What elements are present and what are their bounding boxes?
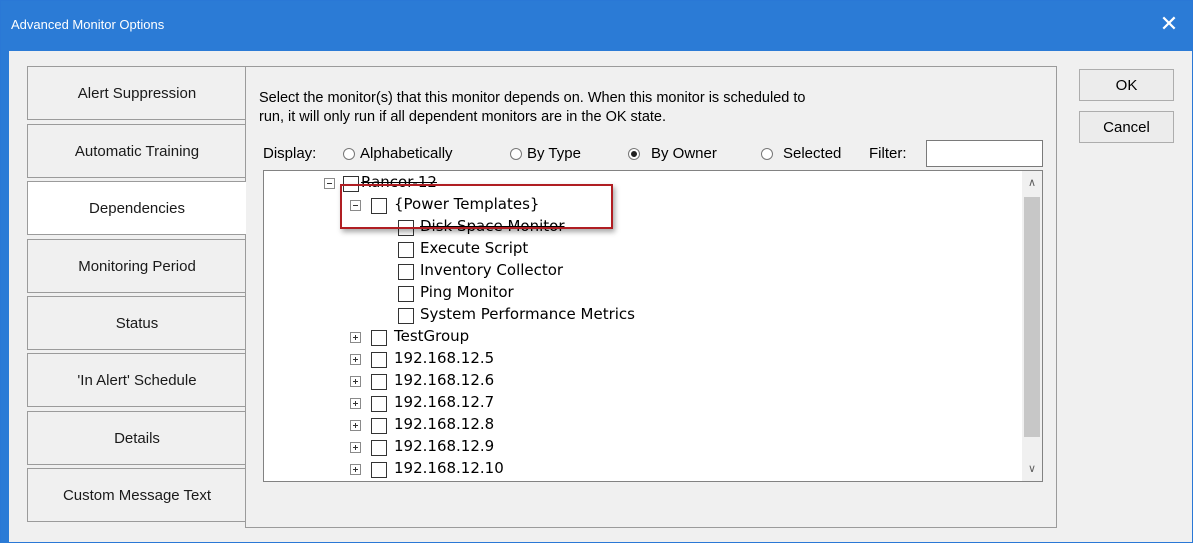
tree-node-label[interactable]: 192.168.12.5 xyxy=(394,349,494,367)
radio-by-owner-label[interactable]: By Owner xyxy=(651,145,717,162)
scroll-thumb[interactable] xyxy=(1024,197,1040,437)
radio-selected-label[interactable]: Selected xyxy=(783,145,841,162)
advanced-monitor-options-dialog: Advanced Monitor Options ✕ Alert Suppres… xyxy=(0,0,1193,543)
radio-by-type-label[interactable]: By Type xyxy=(527,145,581,162)
radio-alphabetically[interactable] xyxy=(343,148,355,160)
window-border-accent xyxy=(1,51,9,543)
tab-automatic-training[interactable]: Automatic Training xyxy=(27,124,246,178)
tree-checkbox[interactable] xyxy=(371,396,387,412)
tab-custom-message-text[interactable]: Custom Message Text xyxy=(27,468,246,522)
highlight-annotation xyxy=(340,184,613,229)
radio-alphabetically-label[interactable]: Alphabetically xyxy=(360,145,453,162)
radio-by-type[interactable] xyxy=(510,148,522,160)
expand-icon[interactable] xyxy=(350,442,361,453)
tree-node-label[interactable]: 192.168.12.6 xyxy=(394,371,494,389)
scroll-up-icon[interactable]: ∧ xyxy=(1022,173,1042,193)
tree-checkbox[interactable] xyxy=(398,242,414,258)
tab-details[interactable]: Details xyxy=(27,411,246,465)
tree-node-label[interactable]: 192.168.12.8 xyxy=(394,415,494,433)
radio-by-owner[interactable] xyxy=(628,148,640,160)
collapse-icon[interactable] xyxy=(324,178,335,189)
tree-node-label[interactable]: System Performance Metrics xyxy=(420,305,635,323)
tree-checkbox[interactable] xyxy=(371,462,387,478)
tab-in-alert-schedule[interactable]: 'In Alert' Schedule xyxy=(27,353,246,407)
expand-icon[interactable] xyxy=(350,464,361,475)
description-line: run, it will only run if all dependent m… xyxy=(259,109,667,125)
expand-icon[interactable] xyxy=(350,398,361,409)
tab-alert-suppression[interactable]: Alert Suppression xyxy=(27,66,246,120)
tree-node-label[interactable]: 192.168.12.9 xyxy=(394,437,494,455)
filter-input[interactable] xyxy=(926,140,1043,167)
tree-checkbox[interactable] xyxy=(398,286,414,302)
tree-checkbox[interactable] xyxy=(371,374,387,390)
filter-label: Filter: xyxy=(869,145,907,162)
tree-checkbox[interactable] xyxy=(371,440,387,456)
title-bar: Advanced Monitor Options ✕ xyxy=(1,1,1192,51)
tree-node-label[interactable]: Execute Script xyxy=(420,239,528,257)
tree-node-label[interactable]: 192.168.12.10 xyxy=(394,459,504,477)
close-icon[interactable]: ✕ xyxy=(1146,1,1192,51)
ok-button[interactable]: OK xyxy=(1079,69,1174,101)
tree-checkbox[interactable] xyxy=(371,418,387,434)
tree-scrollbar[interactable]: ∧ ∨ xyxy=(1022,171,1042,481)
tree-checkbox[interactable] xyxy=(398,264,414,280)
expand-icon[interactable] xyxy=(350,376,361,387)
cancel-button[interactable]: Cancel xyxy=(1079,111,1174,143)
tab-status[interactable]: Status xyxy=(27,296,246,350)
expand-icon[interactable] xyxy=(350,420,361,431)
dependencies-description: Select the monitor(s) that this monitor … xyxy=(259,89,1039,127)
tree-checkbox[interactable] xyxy=(371,330,387,346)
tree-node-label[interactable]: TestGroup xyxy=(394,327,469,345)
radio-selected[interactable] xyxy=(761,148,773,160)
display-options-row: Display: Alphabetically By Type By Owner… xyxy=(263,140,1053,167)
tree-node-label[interactable]: Ping Monitor xyxy=(420,283,514,301)
display-label: Display: xyxy=(263,145,317,162)
expand-icon[interactable] xyxy=(350,354,361,365)
scroll-down-icon[interactable]: ∨ xyxy=(1022,459,1042,479)
tree-checkbox[interactable] xyxy=(398,308,414,324)
expand-icon[interactable] xyxy=(350,332,361,343)
tree-node-label[interactable]: 192.168.12.7 xyxy=(394,393,494,411)
tab-dependencies[interactable]: Dependencies xyxy=(27,181,246,235)
tree-checkbox[interactable] xyxy=(371,352,387,368)
description-line: Select the monitor(s) that this monitor … xyxy=(259,90,806,106)
tab-monitoring-period[interactable]: Monitoring Period xyxy=(27,239,246,293)
window-title: Advanced Monitor Options xyxy=(11,17,165,32)
tree-node-label[interactable]: Inventory Collector xyxy=(420,261,563,279)
